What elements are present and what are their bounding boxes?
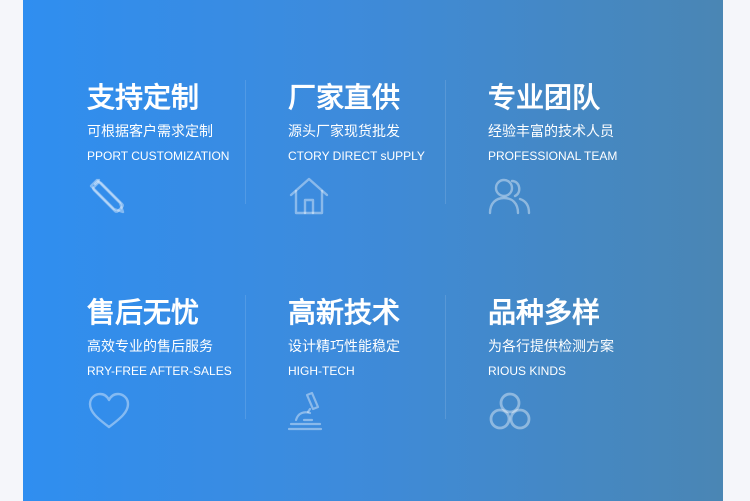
feature-english: RIOUS KINDS (488, 364, 567, 378)
feature-after-sales: 售后无忧 高效专业的售后服务 RRY-FREE AFTER-SALES (87, 295, 287, 455)
feature-title: 专业团队 (488, 82, 601, 113)
features-panel: 支持定制 可根据客户需求定制 PPORT CUSTOMIZATION 厂家直供 … (23, 0, 723, 501)
column-divider (445, 80, 446, 204)
pencil-ruler-icon (87, 176, 131, 216)
feature-professional-team: 专业团队 经验丰富的技术人员 PROFESSIONAL TEAM (488, 80, 688, 240)
column-divider (245, 80, 246, 204)
feature-subtitle: 源头厂家现货批发 (288, 123, 400, 139)
feature-english: PPORT CUSTOMIZATION (87, 149, 230, 163)
feature-english: HIGH-TECH (288, 364, 355, 378)
feature-high-tech: 高新技术 设计精巧性能稳定 HIGH-TECH (288, 295, 488, 455)
microscope-icon (288, 391, 332, 431)
feature-title: 品种多样 (488, 297, 601, 328)
feature-title: 支持定制 (87, 82, 200, 113)
feature-english: CTORY DIRECT sUPPLY (288, 149, 425, 163)
feature-subtitle: 设计精巧性能稳定 (288, 338, 400, 354)
users-icon (488, 176, 532, 216)
heart-icon (87, 391, 131, 431)
feature-english: RRY-FREE AFTER-SALES (87, 364, 232, 378)
house-icon (288, 176, 332, 216)
feature-subtitle: 高效专业的售后服务 (87, 338, 213, 354)
feature-subtitle: 经验丰富的技术人员 (488, 123, 614, 139)
feature-factory-direct: 厂家直供 源头厂家现货批发 CTORY DIRECT sUPPLY (288, 80, 488, 240)
feature-customization: 支持定制 可根据客户需求定制 PPORT CUSTOMIZATION (87, 80, 287, 240)
column-divider (245, 295, 246, 419)
feature-title: 售后无忧 (87, 297, 200, 328)
feature-title: 高新技术 (288, 297, 401, 328)
feature-subtitle: 可根据客户需求定制 (87, 123, 213, 139)
feature-subtitle: 为各行提供检测方案 (488, 338, 614, 354)
feature-title: 厂家直供 (288, 82, 401, 113)
column-divider (445, 295, 446, 419)
feature-various-kinds: 品种多样 为各行提供检测方案 RIOUS KINDS (488, 295, 688, 455)
feature-english: PROFESSIONAL TEAM (488, 149, 618, 163)
three-circles-icon (488, 391, 532, 431)
